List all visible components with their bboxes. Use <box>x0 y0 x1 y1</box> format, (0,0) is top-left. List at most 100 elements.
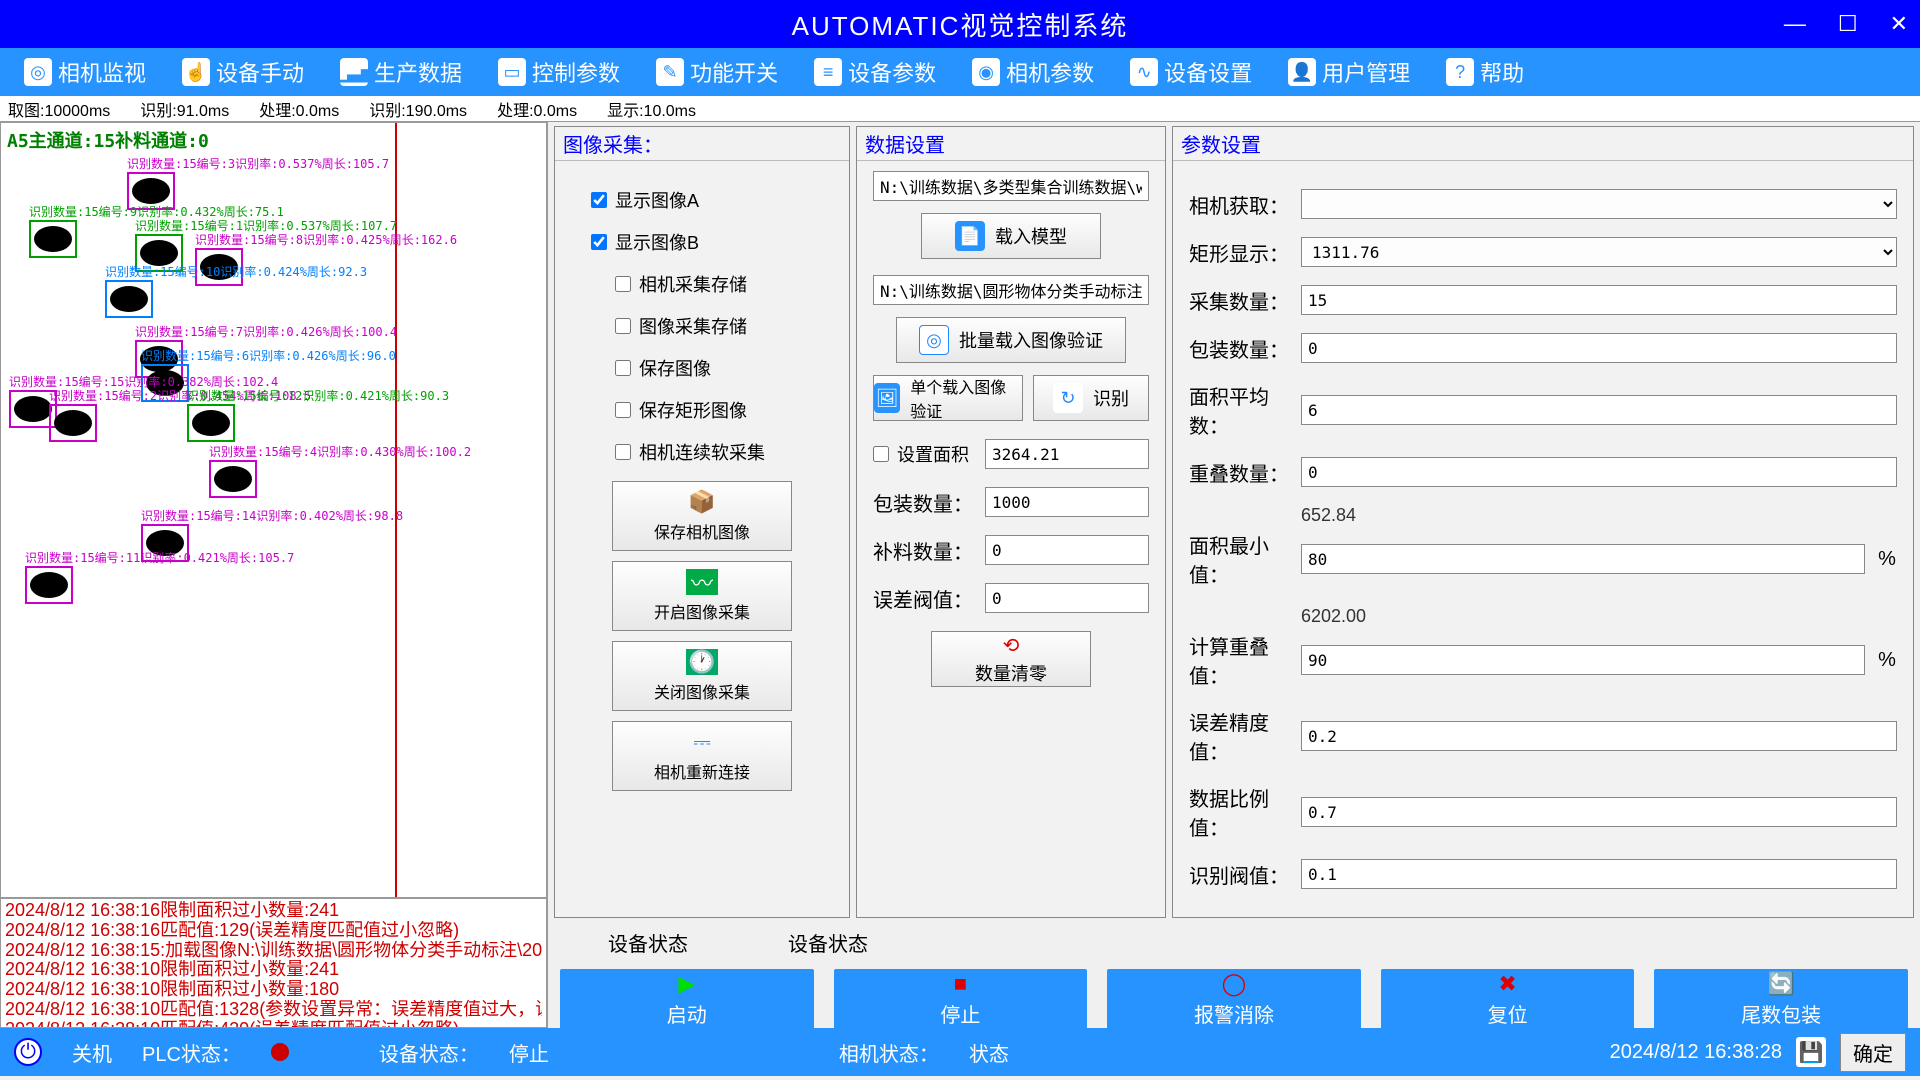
control-params-tab[interactable]: ▭控制参数 <box>484 56 634 88</box>
close-icon[interactable]: ✕ <box>1890 11 1910 37</box>
device-params-tab[interactable]: ≡设备参数 <box>800 56 950 88</box>
detect-thresh-input[interactable] <box>1301 859 1897 889</box>
window-icon: ▭ <box>498 58 526 86</box>
log-line: 2024/8/12 16:38:10匹配值:420(误差精度匹配值过小忽略) <box>5 1020 542 1028</box>
load-model-button[interactable]: 📄载入模型 <box>921 213 1101 259</box>
stop-button[interactable]: ■停止 <box>834 969 1088 1029</box>
save-image-check[interactable]: 保存图像 <box>615 355 833 381</box>
camera-get-select[interactable] <box>1301 189 1897 219</box>
log-line: 2024/8/12 16:38:16匹配值:129(误差精度匹配值过小忽略) <box>5 921 542 941</box>
status-labels: 设备状态 设备状态 <box>548 922 1920 963</box>
image-icon: 🖼 <box>874 383 900 413</box>
err-prec-label: 误差精度值： <box>1189 707 1289 765</box>
show-image-a-check[interactable]: 显示图像A <box>591 187 833 213</box>
pack-qty-label: 包装数量： <box>873 488 973 517</box>
power-icon[interactable]: ⏻ <box>14 1038 42 1066</box>
panel-title: 参数设置 <box>1173 127 1913 161</box>
toolbar: ◎相机监视 ☝设备手动 ▁▃▅生产数据 ▭控制参数 ✎功能开关 ≡设备参数 ◉相… <box>0 48 1920 96</box>
calc-overlap-input[interactable] <box>1301 645 1865 675</box>
maximize-icon[interactable]: ☐ <box>1838 11 1860 37</box>
device-status-1: 设备状态 <box>608 928 688 957</box>
camera-params-tab[interactable]: ◉相机参数 <box>958 56 1108 88</box>
save-camera-image-button[interactable]: 📦保存相机图像 <box>612 481 792 551</box>
camera-continuous-check[interactable]: 相机连续软采集 <box>615 439 833 465</box>
pack-qty-input[interactable] <box>985 487 1149 517</box>
camera-store-check[interactable]: 相机采集存储 <box>615 271 833 297</box>
detect-thresh-label: 识别阀值： <box>1189 860 1289 889</box>
model-path-input[interactable] <box>873 171 1149 201</box>
detect-button[interactable]: ↻识别 <box>1033 375 1149 421</box>
datetime: 2024/8/12 16:38:28 <box>1610 1041 1782 1064</box>
err-thresh-input[interactable] <box>985 583 1149 613</box>
device-manual-tab[interactable]: ☝设备手动 <box>168 56 318 88</box>
play-icon: ▶ <box>678 971 695 997</box>
err-prec-input[interactable] <box>1301 721 1897 751</box>
area-min-hint: 652.84 <box>1189 505 1897 526</box>
rect-disp-label: 矩形显示： <box>1189 238 1289 267</box>
user-icon: 👤 <box>1288 58 1316 86</box>
camera-monitor-tab[interactable]: ◎相机监视 <box>10 56 160 88</box>
camera-status-label: 相机状态： <box>839 1038 939 1067</box>
overlap-input[interactable] <box>1301 457 1897 487</box>
hand-icon: ☝ <box>182 58 210 86</box>
calc-overlap-hint: 6202.00 <box>1189 606 1897 627</box>
save-icon[interactable]: 💾 <box>1796 1037 1826 1067</box>
help-tab[interactable]: ?帮助 <box>1432 56 1538 88</box>
log-panel[interactable]: 2024/8/12 16:38:16限制面积过小数量:2412024/8/12 … <box>0 898 547 1028</box>
grab-qty-label: 采集数量： <box>1189 286 1289 315</box>
start-grab-button[interactable]: 〰开启图像采集 <box>612 561 792 631</box>
tail-pack-button[interactable]: 🔄尾数包装 <box>1654 969 1908 1029</box>
single-verify-button[interactable]: 🖼单个载入图像验证 <box>873 375 1023 421</box>
stop-grab-button[interactable]: 🕐关闭图像采集 <box>612 641 792 711</box>
reconnect-button[interactable]: ⎓相机重新连接 <box>612 721 792 791</box>
start-button[interactable]: ▶启动 <box>560 969 814 1029</box>
pack-qty-input[interactable] <box>1301 333 1897 363</box>
detect-time-2: 识别:190.0ms <box>369 97 467 121</box>
area-min-label: 面积最小值： <box>1189 530 1289 588</box>
function-switch-tab[interactable]: ✎功能开关 <box>642 56 792 88</box>
grab-time: 取图:10000ms <box>8 97 110 121</box>
reset-icon: ⟲ <box>1003 633 1020 658</box>
shutdown-label[interactable]: 关机 <box>72 1038 112 1067</box>
chart-icon: ▁▃▅ <box>340 58 368 86</box>
production-data-tab[interactable]: ▁▃▅生产数据 <box>326 56 476 88</box>
log-line: 2024/8/12 16:38:10限制面积过小数量:241 <box>5 960 542 980</box>
feed-qty-input[interactable] <box>985 535 1149 565</box>
batch-verify-button[interactable]: ◎批量载入图像验证 <box>896 317 1126 363</box>
set-area-input[interactable] <box>985 439 1149 469</box>
process-time-2: 处理:0.0ms <box>497 97 577 121</box>
save-rect-check[interactable]: 保存矩形图像 <box>615 397 833 423</box>
device-settings-tab[interactable]: ∿设备设置 <box>1116 56 1266 88</box>
grab-qty-input[interactable] <box>1301 285 1897 315</box>
log-line: 2024/8/12 16:38:16限制面积过小数量:241 <box>5 901 542 921</box>
image-path-input[interactable] <box>873 275 1149 305</box>
device-status-value: 停止 <box>509 1038 549 1067</box>
monitor-icon: 〰 <box>686 569 718 595</box>
confirm-button[interactable]: 确定 <box>1840 1033 1906 1072</box>
edit-icon: ✎ <box>656 58 684 86</box>
camera-icon: ◎ <box>24 58 52 86</box>
area-avg-input[interactable] <box>1301 395 1897 425</box>
minimize-icon[interactable]: — <box>1784 11 1808 37</box>
set-area-check[interactable]: 设置面积 <box>873 441 973 467</box>
rect-disp-select[interactable]: 1311.76 <box>1301 237 1897 267</box>
window-controls: — ☐ ✕ <box>1784 0 1910 48</box>
show-image-b-check[interactable]: 显示图像B <box>591 229 833 255</box>
data-ratio-input[interactable] <box>1301 797 1897 827</box>
data-settings-panel: 数据设置 📄载入模型 ◎批量载入图像验证 🖼单个载入图像验证 ↻识别 设置面积 … <box>856 126 1166 918</box>
list-icon: ≡ <box>814 58 842 86</box>
detection-box: 识别数量:15编号:10识别率:0.424%周长:92.3 <box>105 263 367 318</box>
area-min-input[interactable] <box>1301 544 1865 574</box>
process-time-1: 处理:0.0ms <box>259 97 339 121</box>
archive-icon: 📦 <box>686 489 718 515</box>
user-mgmt-tab[interactable]: 👤用户管理 <box>1274 56 1424 88</box>
image-store-check[interactable]: 图像采集存储 <box>615 313 833 339</box>
data-ratio-label: 数据比例值： <box>1189 783 1289 841</box>
infobar: 取图:10000ms 识别:91.0ms 处理:0.0ms 识别:190.0ms… <box>0 96 1920 122</box>
image-preview: A5主通道:15补料通道:0 识别数量:15编号:3识别率:0.537%周长:1… <box>0 122 547 898</box>
reset-button[interactable]: ✖复位 <box>1381 969 1635 1029</box>
channel-info: A5主通道:15补料通道:0 <box>7 127 209 153</box>
device-status-2: 设备状态 <box>788 928 868 957</box>
alarm-clear-button[interactable]: ◯报警消除 <box>1107 969 1361 1029</box>
clear-count-button[interactable]: ⟲数量清零 <box>931 631 1091 687</box>
